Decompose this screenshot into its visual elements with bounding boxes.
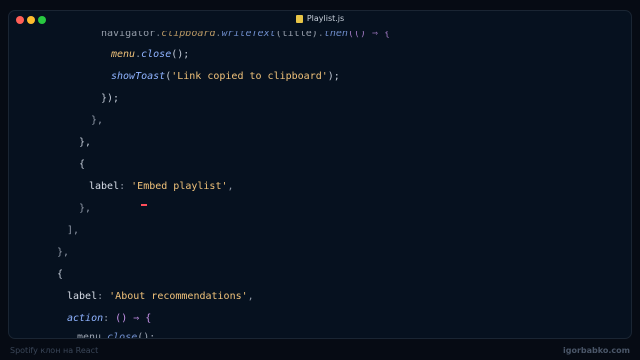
- code-line: });: [101, 93, 120, 104]
- editor-window: Playlist.js navigator.clipboard.writeTex…: [8, 10, 632, 339]
- code-line: navigator.clipboard.writeText(title).the…: [101, 28, 391, 39]
- code-line: label: 'About recommendations',: [67, 291, 254, 302]
- code-line: },: [79, 137, 92, 148]
- code-line: ],: [67, 225, 80, 236]
- site-caption: igorbabko.com: [563, 346, 630, 355]
- code-area[interactable]: navigator.clipboard.writeText(title).the…: [9, 11, 631, 338]
- code-line: action: () ⇒ {: [67, 313, 152, 324]
- code-line: label: 'Embed playlist',: [89, 181, 234, 192]
- code-line: },: [79, 203, 92, 214]
- course-caption: Spotify клон на React: [10, 346, 99, 355]
- code-line: showToast('Link copied to clipboard');: [111, 71, 340, 82]
- code-line: },: [91, 115, 104, 126]
- code-line: {: [57, 269, 64, 280]
- code-line: menu.close();: [77, 332, 156, 339]
- text-cursor: [141, 204, 147, 206]
- code-line: menu.close();: [111, 49, 190, 60]
- code-line: {: [79, 159, 86, 170]
- code-line: },: [57, 247, 70, 258]
